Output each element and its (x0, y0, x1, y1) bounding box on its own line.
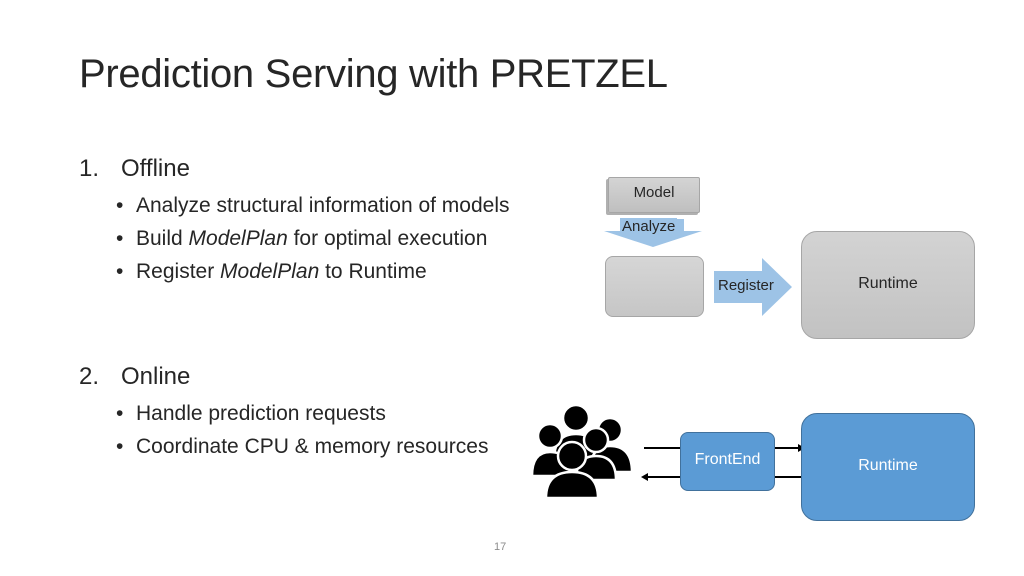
bullet-item: • Analyze structural information of model… (116, 194, 510, 217)
modelplan-box (605, 256, 704, 317)
frontend-box: FrontEnd (680, 432, 775, 491)
offline-bullet-list: • Analyze structural information of model… (116, 189, 510, 288)
runtime-online-box: Runtime (801, 413, 975, 521)
model-label: Model (633, 184, 675, 201)
online-bullet-list: • Handle prediction requests • Coordinate … (116, 397, 488, 463)
page-number: 17 (494, 541, 507, 553)
section-number: 2. (79, 363, 100, 390)
runtime-label: Runtime (858, 275, 918, 292)
bullet-item: • Coordinate CPU & memory resources (116, 435, 489, 458)
section-number: 1. (79, 155, 100, 182)
bullet-item: • Handle prediction requests (116, 402, 386, 425)
register-label: Register (718, 277, 774, 294)
slide-title: Prediction Serving with PRETZEL (79, 52, 668, 96)
runtime-label: Runtime (858, 457, 918, 474)
analyze-label: Analyze (620, 218, 678, 236)
arrowhead-left-icon (641, 473, 648, 481)
users-group-icon (532, 403, 634, 498)
runtime-offline-box: Runtime (801, 231, 975, 339)
bullet-item: • Build ModelPlan for optimal execution (116, 227, 488, 250)
section-heading: Offline (121, 155, 190, 182)
section-heading: Online (121, 363, 191, 390)
model-document-shape: Model (608, 177, 700, 213)
section-offline-heading: 1. Offline (79, 155, 190, 183)
frontend-label: FrontEnd (694, 451, 761, 468)
bullet-item: • Register ModelPlan to Runtime (116, 260, 427, 283)
section-online-heading: 2. Online (79, 363, 190, 391)
